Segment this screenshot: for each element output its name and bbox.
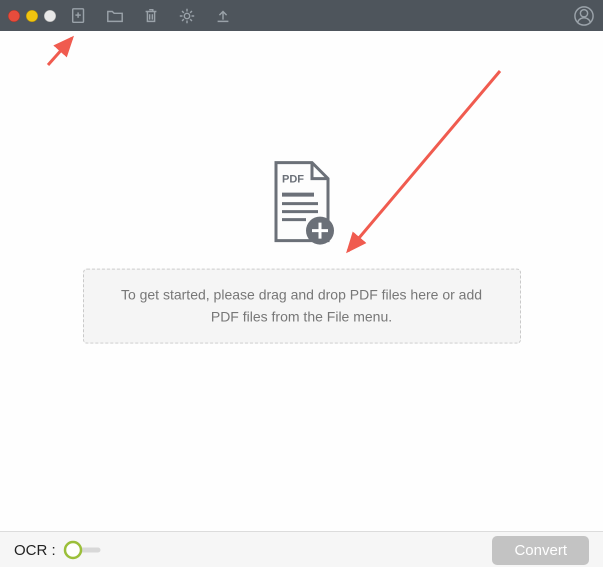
drop-message: To get started, please drag and drop PDF…: [83, 269, 521, 344]
titlebar: [0, 0, 603, 31]
annotation-arrow-1: [42, 35, 102, 73]
add-file-icon[interactable]: [70, 7, 88, 25]
ocr-label: OCR :: [14, 542, 56, 559]
support-icon[interactable]: [573, 5, 595, 27]
close-icon[interactable]: [8, 10, 20, 22]
maximize-icon[interactable]: [44, 10, 56, 22]
ocr-toggle[interactable]: [62, 540, 102, 560]
convert-button[interactable]: Convert: [492, 536, 589, 565]
minimize-icon[interactable]: [26, 10, 38, 22]
main-area: PDF To get started, please drag and drop…: [0, 31, 603, 532]
folder-icon[interactable]: [106, 7, 124, 25]
upload-icon[interactable]: [214, 7, 232, 25]
bottom-bar: OCR : Convert: [0, 532, 603, 567]
pdf-add-icon: PDF: [266, 159, 338, 251]
toolbar: [70, 7, 232, 25]
window-controls: [8, 10, 56, 22]
trash-icon[interactable]: [142, 7, 160, 25]
gear-icon[interactable]: [178, 7, 196, 25]
pdf-label: PDF: [282, 174, 304, 186]
drop-zone[interactable]: PDF To get started, please drag and drop…: [102, 159, 502, 344]
